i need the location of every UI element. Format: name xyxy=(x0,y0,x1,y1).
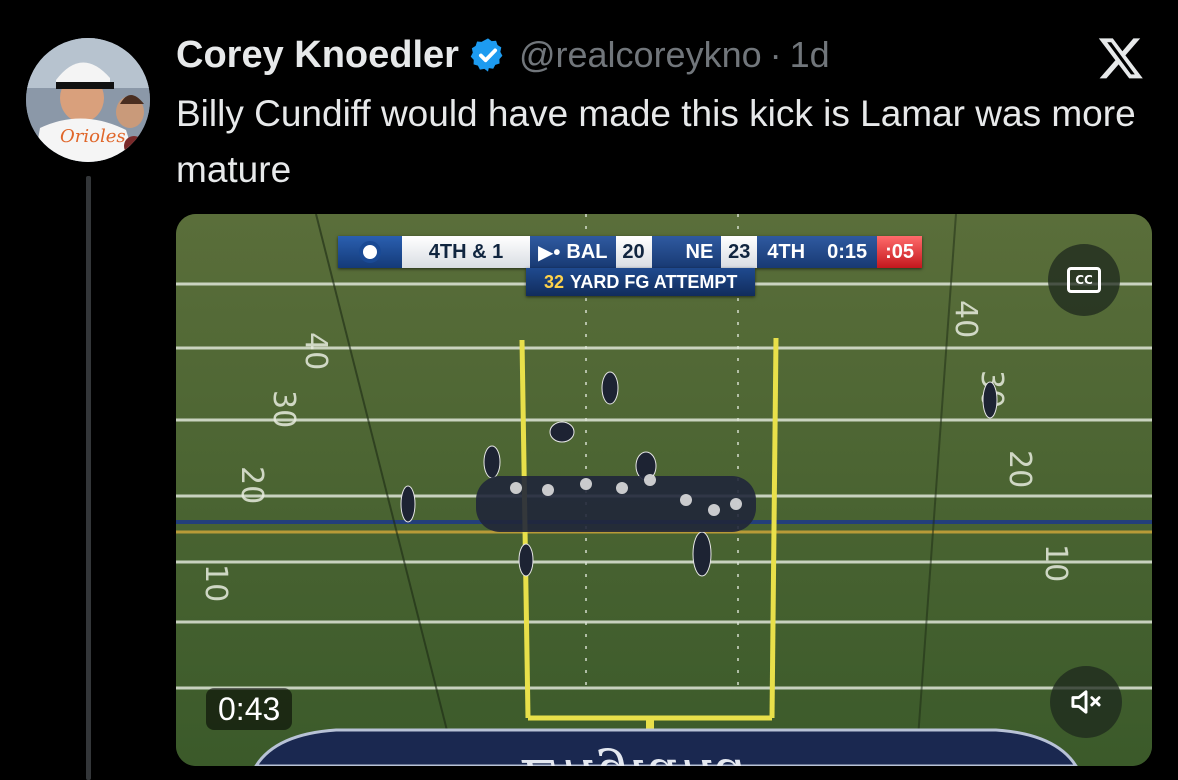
avatar[interactable]: Orioles xyxy=(26,38,150,162)
away-team: BAL xyxy=(566,240,608,263)
closed-captions-button[interactable]: CC xyxy=(1048,244,1120,316)
thread-line xyxy=(86,176,91,780)
team-logo-icon: ▶• xyxy=(538,241,561,264)
scorebug-away: ▶• BAL xyxy=(530,236,616,268)
yard-number-left-40: 40 xyxy=(298,332,333,370)
tweet-text: Billy Cundiff would have made this kick … xyxy=(176,93,1136,190)
author-name[interactable]: Corey Knoedler xyxy=(176,34,459,77)
x-logo-icon[interactable] xyxy=(1096,34,1146,82)
endzone-text: England xyxy=(521,747,750,766)
home-team: NE xyxy=(685,240,714,263)
network-logo-icon xyxy=(338,236,402,268)
yard-number-right-20: 20 xyxy=(1002,450,1037,488)
scorebug-home: NE xyxy=(651,236,722,268)
fg-distance: 32 xyxy=(544,271,565,292)
home-score: 23 xyxy=(721,236,758,268)
yard-number-right-40: 40 xyxy=(948,300,983,338)
football-field-frame: 40 30 20 10 40 30 20 10 xyxy=(176,214,1152,766)
avatar-cap-text: Orioles xyxy=(60,126,126,147)
fg-attempt-label: YARD FG ATTEMPT xyxy=(570,271,738,292)
avatar-image: Orioles xyxy=(26,38,150,162)
video-duration: 0:43 xyxy=(206,688,293,730)
quarter: 4TH xyxy=(767,240,806,263)
game-clock: 0:15 xyxy=(827,240,868,263)
video-player[interactable]: 40 30 20 10 40 30 20 10 xyxy=(176,214,1152,766)
mute-button[interactable] xyxy=(1050,666,1122,738)
cc-icon: CC xyxy=(1067,267,1101,293)
tweet-header: Corey Knoedler @realcoreykno · 1d xyxy=(176,30,830,80)
scorebug-subtitle: 32 YARD FG ATTEMPT xyxy=(526,268,756,296)
author-handle[interactable]: @realcoreykno xyxy=(519,34,762,76)
play-clock: :05 xyxy=(877,236,923,268)
verified-badge-icon xyxy=(470,38,503,72)
yard-number-left-30: 30 xyxy=(266,390,301,428)
separator-dot: · xyxy=(769,34,782,75)
scorebug: 4TH & 1 ▶• BAL 20 NE 23 4TH 0:15 :05 xyxy=(338,236,923,268)
scorebug-down: 4TH & 1 xyxy=(402,236,530,268)
yard-number-left-10: 10 xyxy=(198,564,233,602)
yard-number-right-10: 10 xyxy=(1038,544,1073,582)
yard-number-left-20: 20 xyxy=(234,466,269,504)
away-score: 20 xyxy=(615,236,652,268)
speaker-muted-icon xyxy=(1071,690,1101,714)
scorebug-clock: 4TH 0:15 xyxy=(757,236,878,268)
timestamp[interactable]: 1d xyxy=(790,34,830,76)
